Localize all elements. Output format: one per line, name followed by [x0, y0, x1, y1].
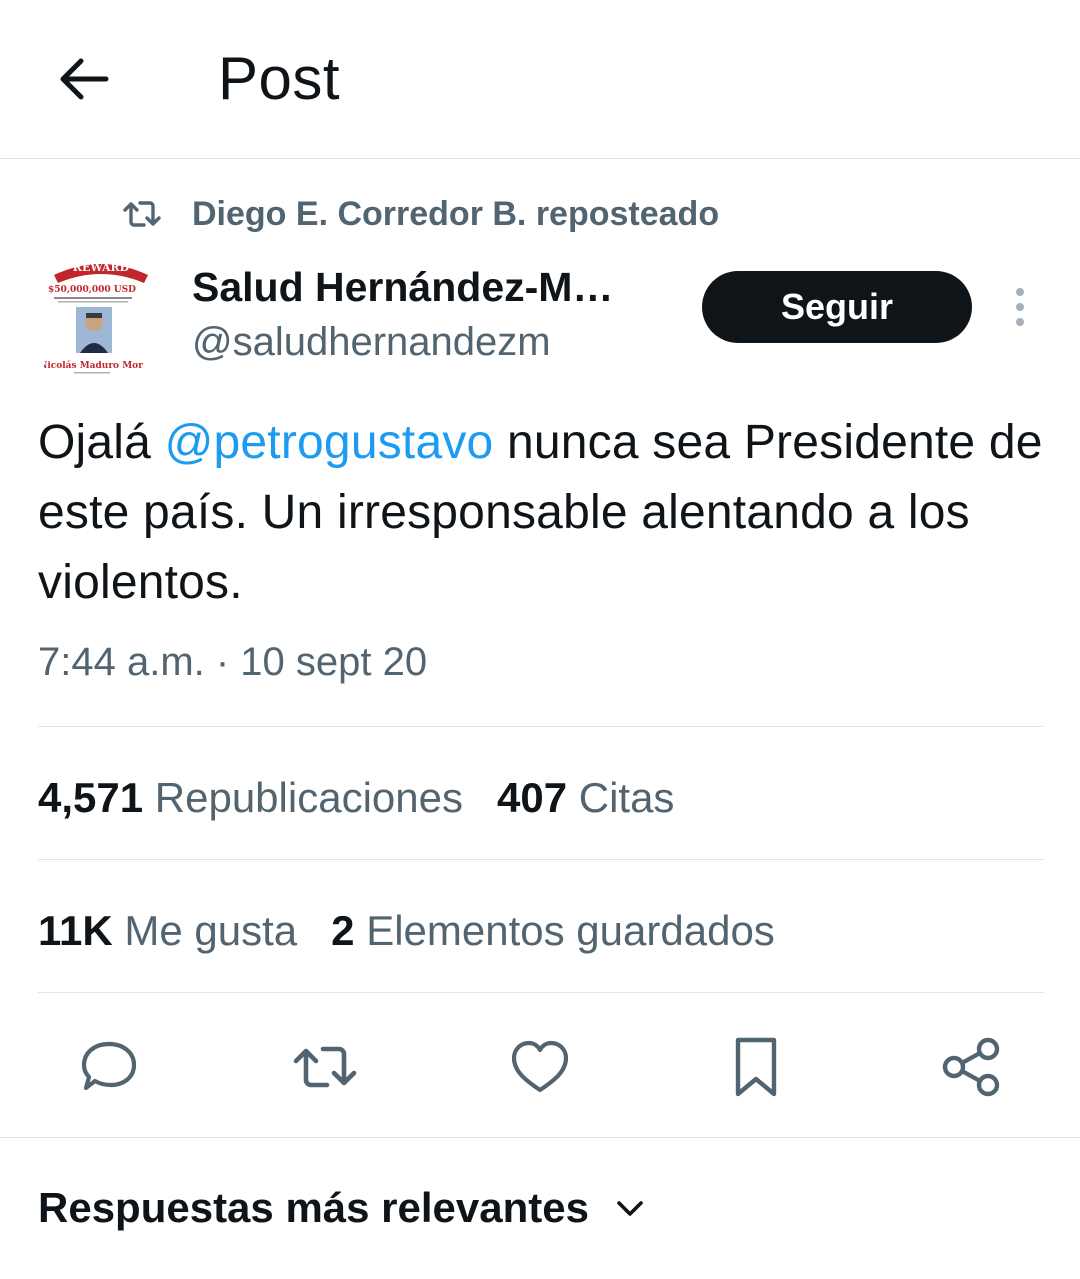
top-bar: Post — [0, 0, 1080, 159]
likes-count: 11K — [38, 907, 113, 954]
stats-row-reposts: 4,571 Republicaciones 407 Citas — [38, 774, 708, 822]
reposts-label: Republicaciones — [143, 774, 463, 821]
avatar-caption-text: Nicolás Maduro Mor — [44, 360, 143, 371]
share-icon — [942, 1037, 1000, 1097]
divider — [38, 726, 1044, 727]
replies-sort-label: Respuestas más relevantes — [38, 1184, 589, 1231]
avatar[interactable]: REWARD $50,000,000 USD Nicolás Maduro Mo… — [44, 255, 158, 379]
like-icon — [511, 1040, 569, 1093]
page-title: Post — [218, 45, 341, 112]
bookmark-icon — [735, 1037, 777, 1097]
divider — [38, 859, 1044, 860]
follow-button[interactable]: Seguir — [702, 271, 972, 343]
more-options-button[interactable] — [1004, 286, 1036, 330]
repost-text: Diego E. Corredor B. reposteado — [192, 194, 720, 233]
repost-button[interactable] — [290, 1032, 360, 1102]
tweet-text-start: Ojalá — [38, 416, 165, 469]
reposts-stat[interactable]: 4,571 Republicaciones — [38, 774, 463, 822]
avatar-image: REWARD $50,000,000 USD Nicolás Maduro Mo… — [44, 255, 158, 379]
avatar-amount-text: $50,000,000 USD — [48, 285, 136, 295]
action-bar — [0, 1032, 1080, 1102]
quotes-label: Citas — [567, 774, 675, 821]
reply-button[interactable] — [74, 1032, 144, 1102]
repost-context[interactable]: Diego E. Corredor B. reposteado — [122, 192, 719, 236]
like-button[interactable] — [505, 1032, 575, 1102]
stats-row-likes: 11K Me gusta 2 Elementos guardados — [38, 907, 809, 955]
likes-stat[interactable]: 11K Me gusta — [38, 907, 297, 955]
avatar-banner-text: REWARD — [73, 261, 130, 274]
quotes-count: 407 — [496, 774, 568, 821]
reply-icon — [81, 1041, 137, 1091]
bookmarks-label: Elementos guardados — [354, 907, 775, 954]
share-button[interactable] — [936, 1032, 1006, 1102]
back-button[interactable] — [54, 48, 114, 108]
repost-icon — [123, 201, 161, 227]
reposts-count: 4,571 — [38, 774, 144, 821]
tweet-timestamp[interactable]: 7:44 a.m. · 10 sept 20 — [38, 640, 427, 685]
chevron-down-icon — [617, 1201, 643, 1216]
more-vertical-icon — [1016, 288, 1024, 326]
bookmark-button[interactable] — [721, 1032, 791, 1102]
divider — [38, 992, 1044, 993]
likes-label: Me gusta — [112, 907, 298, 954]
author-handle[interactable]: @saludhernandezm — [192, 320, 551, 365]
bookmarks-count: 2 — [331, 907, 355, 954]
mention-link[interactable]: @petrogustavo — [165, 416, 494, 469]
arrow-left-icon — [60, 58, 109, 100]
author-name[interactable]: Salud Hernández-M… — [192, 264, 613, 311]
bookmarks-stat[interactable]: 2 Elementos guardados — [331, 907, 775, 955]
tweet-text: Ojalá @petrogustavo nunca sea Presidente… — [38, 408, 1048, 618]
repost-icon — [293, 1046, 357, 1088]
divider — [0, 1137, 1080, 1138]
replies-sort-selector[interactable]: Respuestas más relevantes — [38, 1184, 645, 1232]
quotes-stat[interactable]: 407 Citas — [497, 774, 674, 822]
